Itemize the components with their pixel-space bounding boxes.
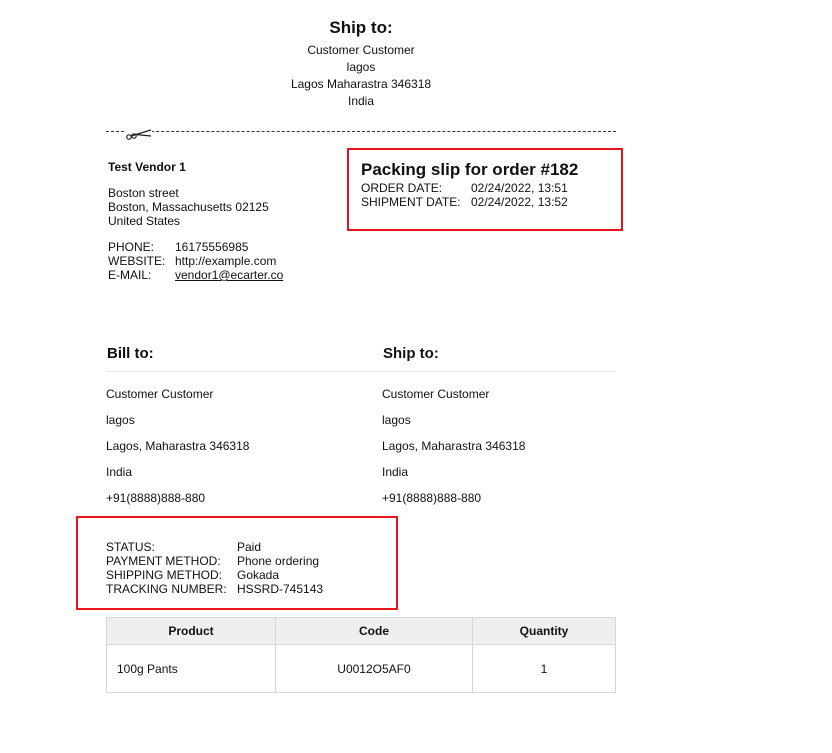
packing-slip-dates: ORDER DATE: 02/24/2022, 13:51 SHIPMENT D… bbox=[361, 181, 568, 209]
vendor-city: Boston, Massachusetts 02125 bbox=[108, 200, 269, 214]
column-header-product: Product bbox=[106, 617, 276, 645]
column-header-code: Code bbox=[275, 617, 473, 645]
vendor-name: Test Vendor 1 bbox=[108, 160, 186, 174]
phone-value: 16175556985 bbox=[175, 240, 249, 254]
tracking-number-label: TRACKING NUMBER: bbox=[106, 582, 227, 596]
bill-to-phone: +91(8888)888-880 bbox=[106, 491, 206, 505]
table-row: 100g Pants U0012O5AF0 1 bbox=[106, 644, 616, 693]
ship-to-address: Customer Customer lagos Lagos, Maharastr… bbox=[382, 387, 525, 517]
email-label: E-MAIL: bbox=[108, 268, 152, 282]
top-ship-to-name: Customer Customer bbox=[307, 43, 415, 57]
ship-to-line2: Lagos, Maharastra 346318 bbox=[382, 439, 526, 453]
payment-method-label: PAYMENT METHOD: bbox=[106, 554, 221, 568]
order-date-value: 02/24/2022, 13:51 bbox=[471, 181, 568, 195]
items-table: Product Code Quantity 100g Pants U0012O5… bbox=[106, 617, 616, 693]
status-label: STATUS: bbox=[106, 540, 155, 554]
shipment-date-label: SHIPMENT DATE: bbox=[361, 195, 461, 209]
ship-to-country: India bbox=[382, 465, 409, 479]
item-product: 100g Pants bbox=[106, 644, 276, 693]
ship-to-line1: lagos bbox=[382, 413, 411, 427]
order-date-label: ORDER DATE: bbox=[361, 181, 443, 195]
vendor-address: Boston street Boston, Massachusetts 0212… bbox=[108, 186, 269, 228]
phone-label: PHONE: bbox=[108, 240, 155, 254]
top-ship-to-title: Ship to: bbox=[329, 18, 393, 37]
ship-to-title: Ship to: bbox=[383, 345, 439, 362]
top-ship-to-line2: Lagos Maharastra 346318 bbox=[290, 77, 432, 91]
website-value: http://example.com bbox=[175, 254, 277, 268]
bill-to-country: India bbox=[106, 465, 133, 479]
shipping-method-label: SHIPPING METHOD: bbox=[106, 568, 223, 582]
bill-to-line1: lagos bbox=[106, 413, 135, 427]
ship-to-phone: +91(8888)888-880 bbox=[382, 491, 482, 505]
packing-slip-title: Packing slip for order #182 bbox=[361, 160, 579, 179]
tracking-number-value: HSSRD-745143 bbox=[237, 582, 324, 596]
order-status-details: STATUS: Paid PAYMENT METHOD: Phone order… bbox=[106, 540, 323, 596]
vendor-country: United States bbox=[108, 214, 181, 228]
top-ship-to-country: India bbox=[347, 94, 375, 108]
ship-to-name: Customer Customer bbox=[382, 387, 490, 401]
vendor-street: Boston street bbox=[108, 186, 179, 200]
bill-to-line2: Lagos, Maharastra 346318 bbox=[106, 439, 250, 453]
shipment-date-value: 02/24/2022, 13:52 bbox=[471, 195, 568, 209]
vendor-contact: PHONE: 16175556985 WEBSITE: http://examp… bbox=[108, 240, 283, 282]
address-divider bbox=[106, 371, 616, 372]
bill-to-title: Bill to: bbox=[107, 345, 154, 362]
bill-to-address: Customer Customer lagos Lagos, Maharastr… bbox=[106, 387, 249, 517]
cut-line bbox=[106, 131, 616, 132]
column-header-quantity: Quantity bbox=[472, 617, 616, 645]
shipping-method-value: Gokada bbox=[237, 568, 280, 582]
top-ship-to-line1: lagos bbox=[346, 60, 376, 74]
item-quantity: 1 bbox=[472, 644, 616, 693]
item-code: U0012O5AF0 bbox=[275, 644, 473, 693]
email-link[interactable]: vendor1@ecarter.co bbox=[175, 268, 283, 282]
status-value: Paid bbox=[237, 540, 262, 554]
website-label: WEBSITE: bbox=[108, 254, 166, 268]
bill-to-name: Customer Customer bbox=[106, 387, 214, 401]
scissors-icon bbox=[126, 129, 152, 140]
payment-method-value: Phone ordering bbox=[237, 554, 320, 568]
